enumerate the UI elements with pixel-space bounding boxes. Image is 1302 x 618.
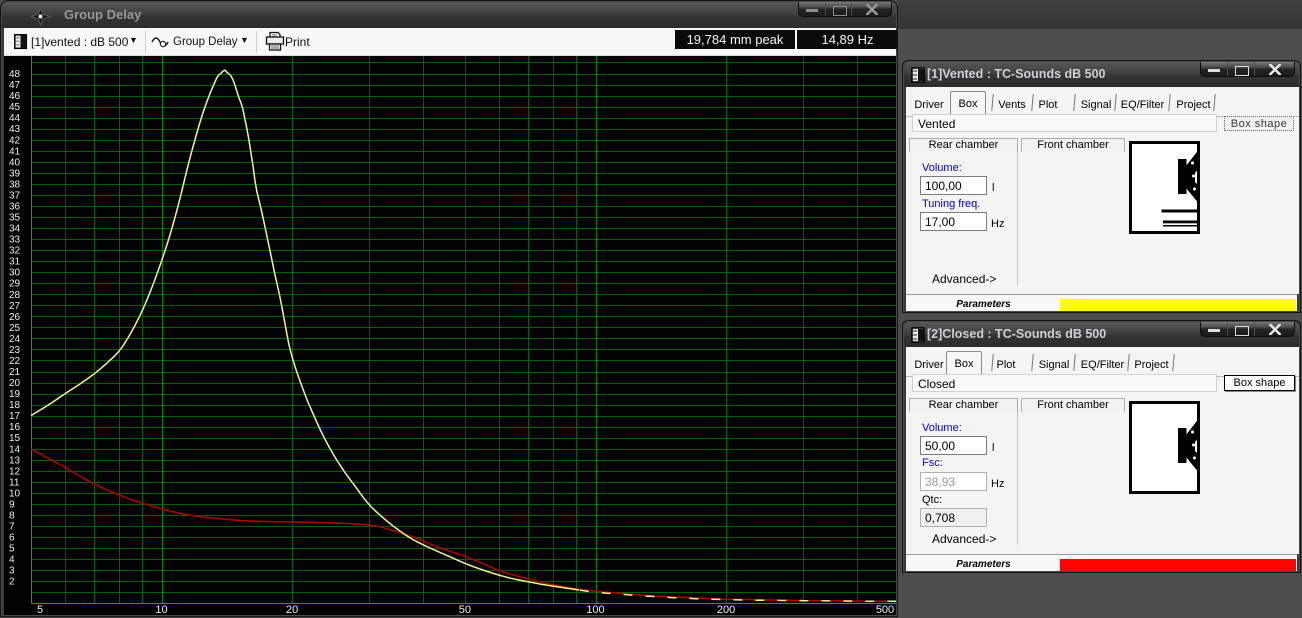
svg-text:29: 29 [9,279,21,290]
svg-text:47: 47 [9,80,21,91]
svg-text:42: 42 [9,135,21,146]
svg-text:18: 18 [9,400,21,411]
svg-text:14: 14 [9,444,21,455]
svg-text:33: 33 [9,235,21,246]
svg-text:17: 17 [9,411,21,422]
svg-text:28: 28 [9,290,21,301]
svg-text:26: 26 [9,312,21,323]
svg-text:23: 23 [9,345,21,356]
svg-text:20: 20 [9,378,21,389]
svg-text:36: 36 [9,202,21,213]
svg-text:9: 9 [9,500,15,511]
svg-text:16: 16 [9,422,21,433]
svg-text:10: 10 [155,604,167,615]
svg-text:12: 12 [9,466,21,477]
svg-text:200: 200 [717,604,735,615]
svg-text:39: 39 [9,168,21,179]
svg-text:5: 5 [9,544,15,555]
svg-text:5: 5 [37,604,43,615]
svg-text:20: 20 [286,604,298,615]
svg-text:3: 3 [9,566,15,577]
svg-text:15: 15 [9,433,21,444]
svg-text:19: 19 [9,389,21,400]
svg-text:40: 40 [9,157,21,168]
svg-text:34: 34 [9,224,21,235]
svg-text:7: 7 [9,522,15,533]
svg-text:38: 38 [9,179,21,190]
svg-text:30: 30 [9,268,21,279]
svg-text:50: 50 [459,604,471,615]
svg-text:6: 6 [9,533,15,544]
svg-text:41: 41 [9,146,21,157]
svg-text:2: 2 [9,577,15,588]
svg-text:4: 4 [9,555,15,566]
svg-text:100: 100 [586,604,604,615]
svg-text:24: 24 [9,334,21,345]
svg-text:31: 31 [9,257,21,268]
svg-text:35: 35 [9,213,21,224]
svg-text:46: 46 [9,91,21,102]
svg-text:500: 500 [876,604,894,615]
svg-text:22: 22 [9,356,21,367]
svg-text:45: 45 [9,102,21,113]
svg-text:8: 8 [9,511,15,522]
svg-text:43: 43 [9,124,21,135]
svg-text:11: 11 [9,477,20,488]
svg-text:48: 48 [9,69,21,80]
svg-text:32: 32 [9,246,21,257]
svg-text:44: 44 [9,113,21,124]
svg-text:10: 10 [9,488,21,499]
svg-text:25: 25 [9,323,21,334]
svg-text:21: 21 [9,367,21,378]
svg-text:37: 37 [9,190,21,201]
svg-text:27: 27 [9,301,21,312]
svg-text:13: 13 [9,455,21,466]
